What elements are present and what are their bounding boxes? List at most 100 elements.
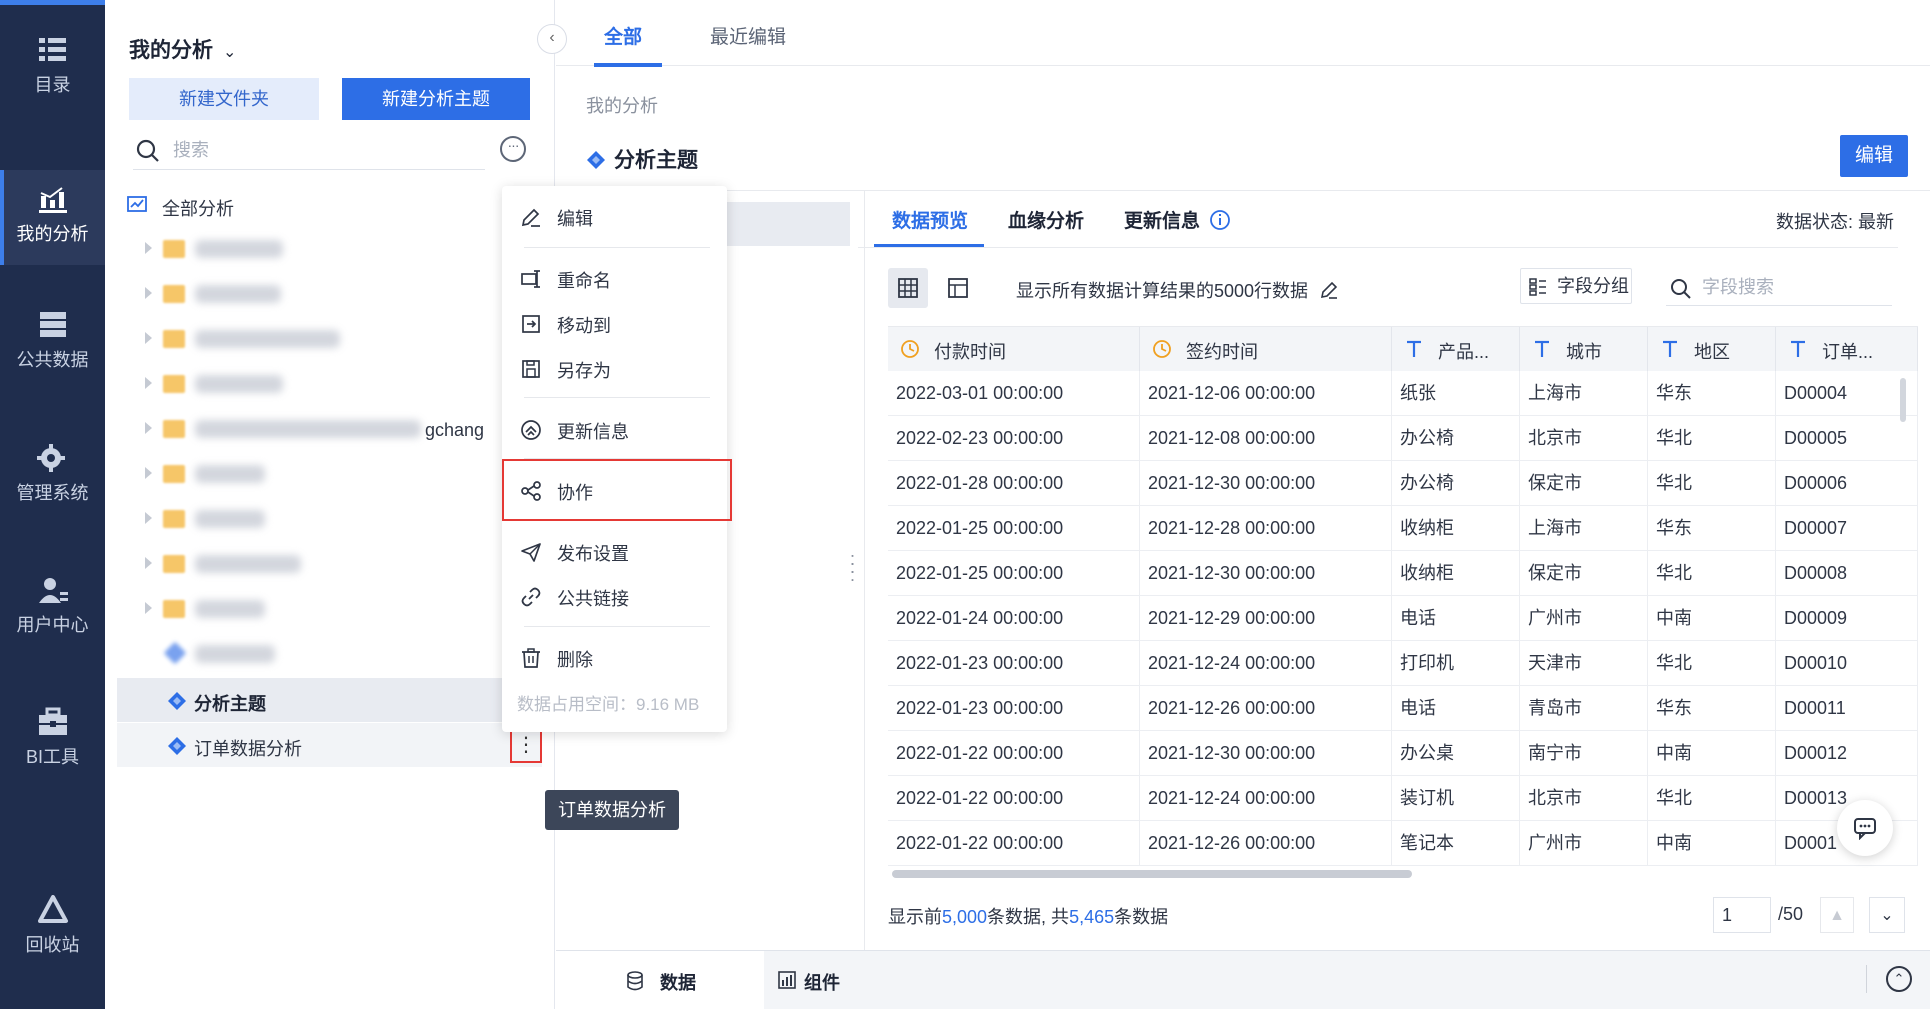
page-title: 分析主题 <box>586 144 698 174</box>
column-header[interactable]: 城市 <box>1520 327 1648 371</box>
table-cell: 中南 <box>1648 596 1776 641</box>
tab-all[interactable]: 全部 <box>604 22 642 49</box>
tab-data-preview[interactable]: 数据预览 <box>892 206 968 233</box>
field-group-button[interactable]: 字段分组 <box>1520 268 1632 304</box>
column-header[interactable]: 签约时间 <box>1140 327 1392 371</box>
table-cell: 2021-12-30 00:00:00 <box>1140 551 1392 596</box>
menu-label: 移动到 <box>557 316 611 336</box>
column-header[interactable]: 产品... <box>1392 327 1520 371</box>
tab-underline <box>594 63 662 67</box>
tree-root-label: 全部分析 <box>162 199 234 219</box>
table-row[interactable]: 2022-02-23 00:00:00 2021-12-08 00:00:00 办公… <box>888 416 1918 461</box>
table-cell: D00012 <box>1776 731 1918 776</box>
search-input[interactable] <box>173 136 473 164</box>
field-search-input[interactable] <box>1702 274 1882 300</box>
menu-item-edit[interactable]: 编辑 <box>502 196 727 236</box>
table-row[interactable]: 2022-01-25 00:00:00 2021-12-28 00:00:00 收纳… <box>888 506 1918 551</box>
table-cell: 2022-01-28 00:00:00 <box>888 461 1140 506</box>
vertical-scrollbar[interactable] <box>1900 378 1906 422</box>
tree-subject-row[interactable] <box>105 633 555 677</box>
drag-handle-icon[interactable]: ::: <box>850 550 858 584</box>
nav-label: 我的分析 <box>16 224 89 244</box>
folder-icon <box>163 555 185 573</box>
bottom-tab-data[interactable]: 数据 <box>556 951 764 1010</box>
table-cell: 2021-12-26 00:00:00 <box>1140 686 1392 731</box>
summary-suffix: 条数据 <box>1114 907 1169 927</box>
summary-prefix: 显示前 <box>888 907 942 927</box>
tree-folder-row[interactable] <box>105 543 555 587</box>
table-row[interactable]: 2022-01-28 00:00:00 2021-12-30 00:00:00 办公… <box>888 461 1918 506</box>
tree-item-hover[interactable]: 订单数据分析 ⋮ <box>117 723 542 767</box>
menu-item-rename[interactable]: 重命名 <box>502 258 727 298</box>
table-row[interactable]: 2022-01-23 00:00:00 2021-12-24 00:00:00 打印… <box>888 641 1918 686</box>
nav-item-catalog[interactable]: 目录 <box>0 35 105 130</box>
tree-item-selected[interactable]: 分析主题 <box>117 678 542 722</box>
tab-update-info[interactable]: 更新信息 <box>1124 206 1231 233</box>
table-view-button[interactable] <box>888 268 928 308</box>
table-row[interactable]: 2022-01-22 00:00:00 2021-12-24 00:00:00 装订… <box>888 776 1918 821</box>
horizontal-scrollbar[interactable] <box>892 870 1412 878</box>
table-row[interactable]: 2022-01-22 00:00:00 2021-12-26 00:00:00 笔记… <box>888 821 1918 866</box>
nav-item-recycle[interactable]: 回收站 <box>0 895 105 990</box>
folder-icon <box>163 285 185 303</box>
nav-item-bi-tools[interactable]: BI工具 <box>0 707 105 802</box>
table-row[interactable]: 2022-01-23 00:00:00 2021-12-26 00:00:00 电话… <box>888 686 1918 731</box>
table-row[interactable]: 2022-01-22 00:00:00 2021-12-30 00:00:00 办公… <box>888 731 1918 776</box>
menu-item-public-link[interactable]: 公共链接 <box>502 576 727 616</box>
tab-recent[interactable]: 最近编辑 <box>710 22 786 49</box>
tree-folder-row[interactable] <box>105 588 555 632</box>
chevron-down-icon[interactable]: ⌄ <box>1869 897 1905 933</box>
nav-item-admin[interactable]: 管理系统 <box>0 443 105 538</box>
table-cell: 2021-12-28 00:00:00 <box>1140 506 1392 551</box>
feedback-button[interactable] <box>1837 800 1893 856</box>
menu-item-update-info[interactable]: 更新信息 <box>502 409 727 449</box>
nav-item-public-data[interactable]: 公共数据 <box>0 310 105 405</box>
chevron-up-icon[interactable]: ⌃ <box>1886 966 1912 992</box>
breadcrumb[interactable]: 我的分析 <box>586 92 658 118</box>
table-cell: D00007 <box>1776 506 1918 551</box>
table-cell: 2021-12-29 00:00:00 <box>1140 596 1392 641</box>
chevron-down-icon: ⌄ <box>223 44 237 61</box>
page-input[interactable]: 1 <box>1713 897 1771 933</box>
tree-folder-row[interactable] <box>105 228 555 272</box>
tree-folder-row[interactable] <box>105 453 555 497</box>
new-folder-button[interactable]: 新建文件夹 <box>129 78 319 120</box>
kebab-menu-icon[interactable]: ⋮ <box>510 729 542 763</box>
tree-folder-row[interactable] <box>105 318 555 362</box>
table-row[interactable]: 2022-01-24 00:00:00 2021-12-29 00:00:00 电话… <box>888 596 1918 641</box>
bottom-tab-widget[interactable]: 组件 <box>776 951 926 1010</box>
tree-folder-row[interactable] <box>105 273 555 317</box>
table-cell: 2022-01-23 00:00:00 <box>888 686 1140 731</box>
menu-item-publish[interactable]: 发布设置 <box>502 531 727 571</box>
table-row[interactable]: 2022-03-01 00:00:00 2021-12-06 00:00:00 纸张… <box>888 371 1918 416</box>
table-row[interactable]: 2022-01-25 00:00:00 2021-12-30 00:00:00 收纳… <box>888 551 1918 596</box>
column-header[interactable]: 订单... <box>1776 327 1918 371</box>
menu-item-save-as[interactable]: 另存为 <box>502 348 727 388</box>
menu-item-delete[interactable]: 删除 <box>502 637 727 677</box>
sidebar-title[interactable]: 我的分析 ⌄ <box>129 34 236 64</box>
table-header: 付款时间 签约时间 产品... 城市 地区 订单... <box>888 327 1918 371</box>
tree-folder-row[interactable] <box>105 363 555 407</box>
more-options-icon[interactable]: ··· <box>500 136 526 162</box>
column-header-label: 产品... <box>1438 342 1490 362</box>
edit-button[interactable]: 编辑 <box>1840 135 1908 177</box>
move-icon <box>522 315 540 333</box>
tree-folder-row[interactable]: gchang <box>105 408 555 452</box>
table-cell: 办公椅 <box>1392 416 1520 461</box>
nav-item-user-center[interactable]: 用户中心 <box>0 575 105 670</box>
subject-diamond-icon <box>168 692 186 710</box>
pencil-icon[interactable] <box>1319 280 1339 300</box>
subject-diamond-icon <box>168 737 186 755</box>
column-header[interactable]: 付款时间 <box>888 327 1140 371</box>
menu-item-move[interactable]: 移动到 <box>502 303 727 343</box>
pivot-view-button[interactable] <box>938 268 978 308</box>
tab-lineage[interactable]: 血缘分析 <box>1008 206 1084 233</box>
column-header[interactable]: 地区 <box>1648 327 1776 371</box>
new-subject-button[interactable]: 新建分析主题 <box>342 78 530 120</box>
tree-root[interactable]: 全部分析 <box>105 183 555 227</box>
toolbox-icon <box>38 707 67 735</box>
tree-folder-row[interactable] <box>105 498 555 542</box>
table-cell: D00006 <box>1776 461 1918 506</box>
chevron-up-icon[interactable]: ▲ <box>1820 897 1854 933</box>
nav-item-my-analysis[interactable]: 我的分析 <box>0 170 105 265</box>
